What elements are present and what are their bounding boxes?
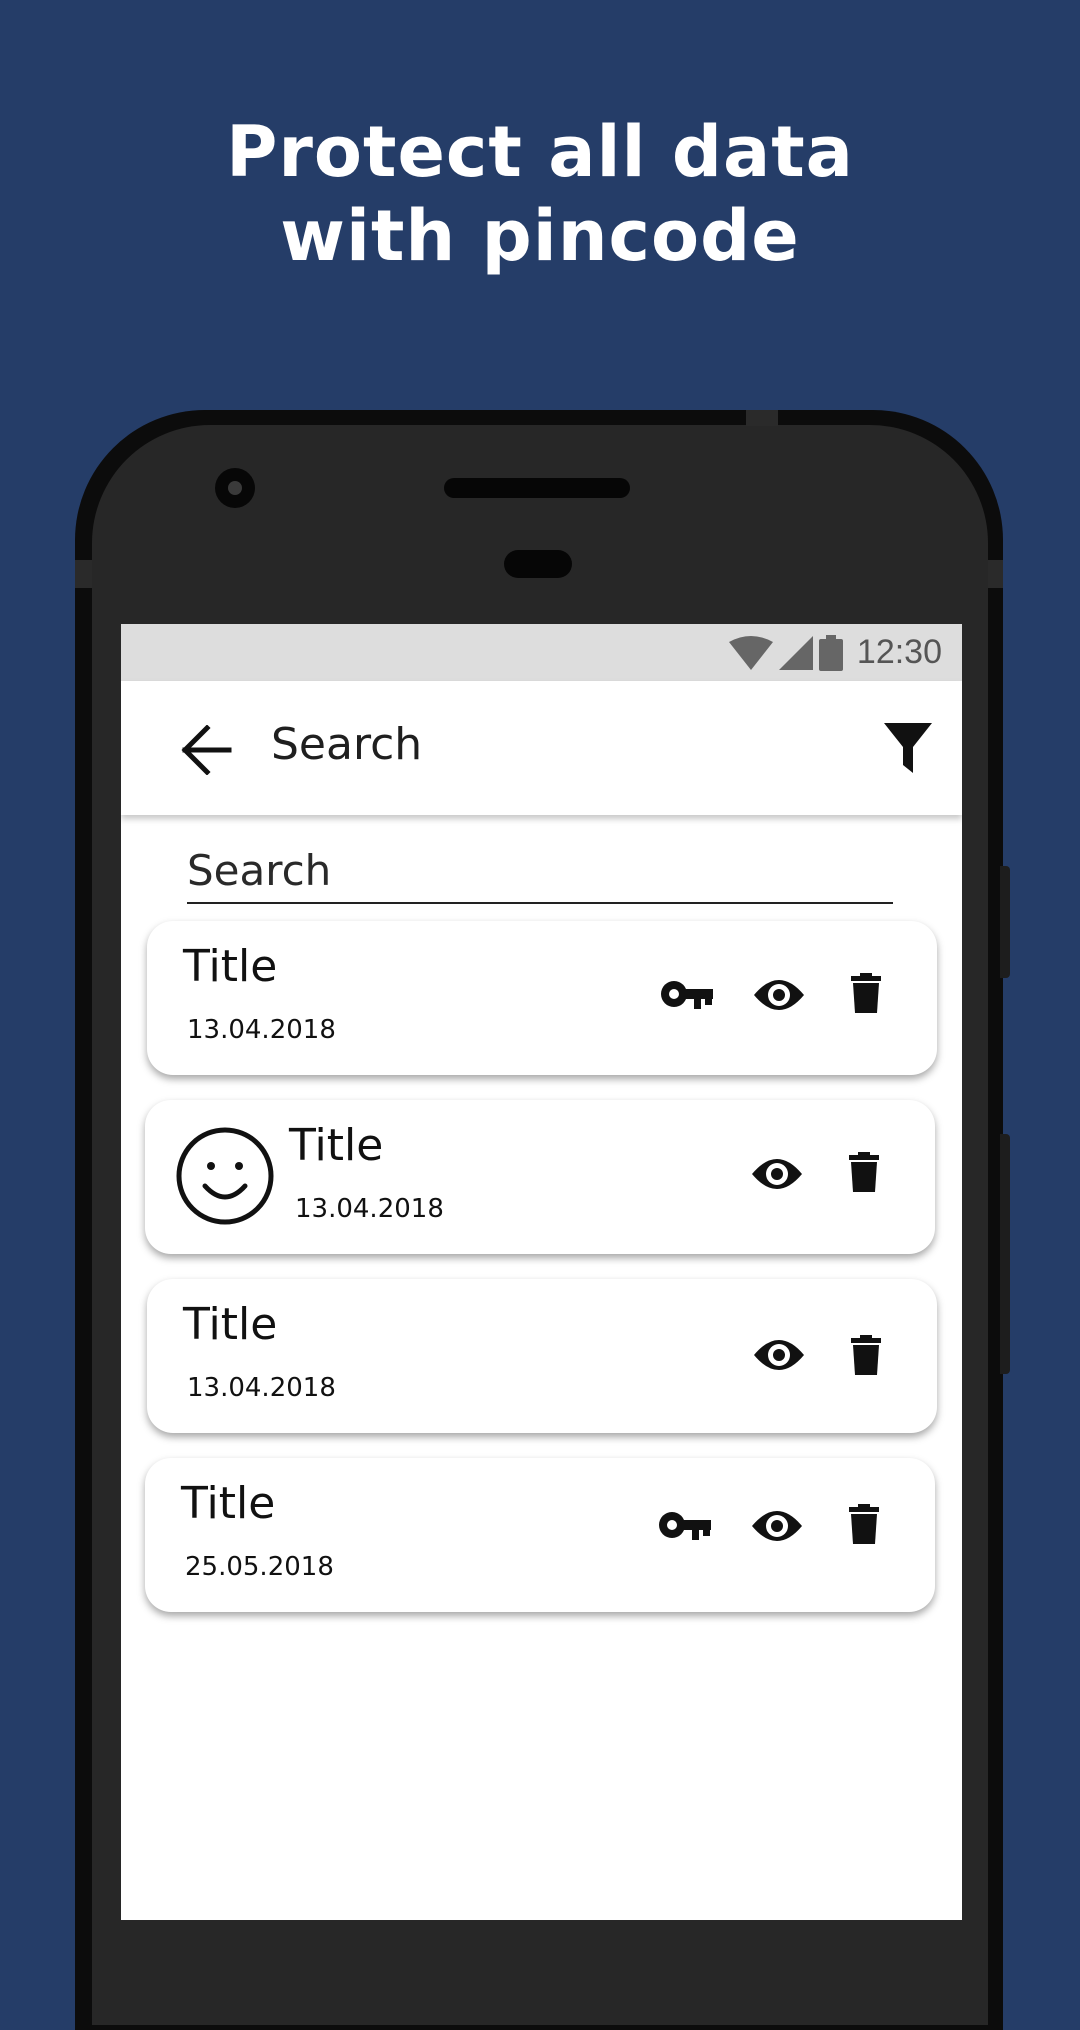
promo-headline-line-1: Protect all data bbox=[226, 111, 854, 193]
list-item[interactable]: Title 13.04.2018 bbox=[147, 921, 937, 1075]
status-bar: 12:30 bbox=[121, 624, 962, 681]
item-date: 13.04.2018 bbox=[187, 1373, 336, 1403]
item-title: Title bbox=[183, 1299, 278, 1350]
front-camera bbox=[215, 468, 255, 508]
app-bar: Search bbox=[121, 681, 962, 815]
phone-antenna-line-right bbox=[988, 560, 1003, 588]
list-item[interactable]: Title 25.05.2018 bbox=[145, 1458, 935, 1612]
list-item[interactable]: Title 13.04.2018 bbox=[147, 1279, 937, 1433]
item-date: 13.04.2018 bbox=[295, 1194, 444, 1224]
eye-icon[interactable] bbox=[751, 1156, 803, 1192]
arrow-left-icon[interactable] bbox=[181, 725, 233, 775]
phone-screen: 12:30 Search Title 13.04.2018 bbox=[121, 624, 962, 1920]
earpiece-speaker bbox=[444, 478, 630, 498]
eye-icon[interactable] bbox=[753, 1337, 805, 1373]
search-input[interactable] bbox=[187, 846, 893, 895]
status-time: 12:30 bbox=[856, 633, 942, 671]
page-title: Search bbox=[271, 719, 423, 770]
cell-signal-icon bbox=[778, 635, 813, 670]
item-date: 13.04.2018 bbox=[187, 1015, 336, 1045]
eye-icon[interactable] bbox=[751, 1508, 803, 1544]
phone-volume-button bbox=[1000, 1134, 1010, 1374]
proximity-sensor bbox=[504, 550, 572, 578]
list-item[interactable]: Title 13.04.2018 bbox=[145, 1100, 935, 1254]
item-date: 25.05.2018 bbox=[185, 1552, 334, 1582]
promo-headline-line-2: with pincode bbox=[280, 195, 800, 277]
battery-icon bbox=[818, 634, 843, 671]
phone-antenna-line-left bbox=[75, 560, 92, 588]
trash-icon[interactable] bbox=[849, 1504, 879, 1544]
phone-top-antenna bbox=[746, 410, 778, 426]
trash-icon[interactable] bbox=[849, 1152, 879, 1192]
smiley-avatar-icon bbox=[176, 1127, 274, 1225]
item-title: Title bbox=[289, 1120, 384, 1171]
filter-icon[interactable] bbox=[884, 723, 932, 773]
key-icon[interactable] bbox=[659, 1510, 711, 1542]
trash-icon[interactable] bbox=[851, 973, 881, 1013]
key-icon[interactable] bbox=[661, 979, 713, 1011]
status-icons: 12:30 bbox=[728, 624, 942, 681]
promo-headline: Protect all data with pincode bbox=[0, 110, 1080, 278]
item-title: Title bbox=[181, 1478, 276, 1529]
item-title: Title bbox=[183, 941, 278, 992]
eye-icon[interactable] bbox=[753, 977, 805, 1013]
wifi-icon bbox=[728, 635, 773, 670]
search-field bbox=[187, 846, 893, 904]
trash-icon[interactable] bbox=[851, 1335, 881, 1375]
phone-power-button bbox=[1000, 866, 1010, 978]
